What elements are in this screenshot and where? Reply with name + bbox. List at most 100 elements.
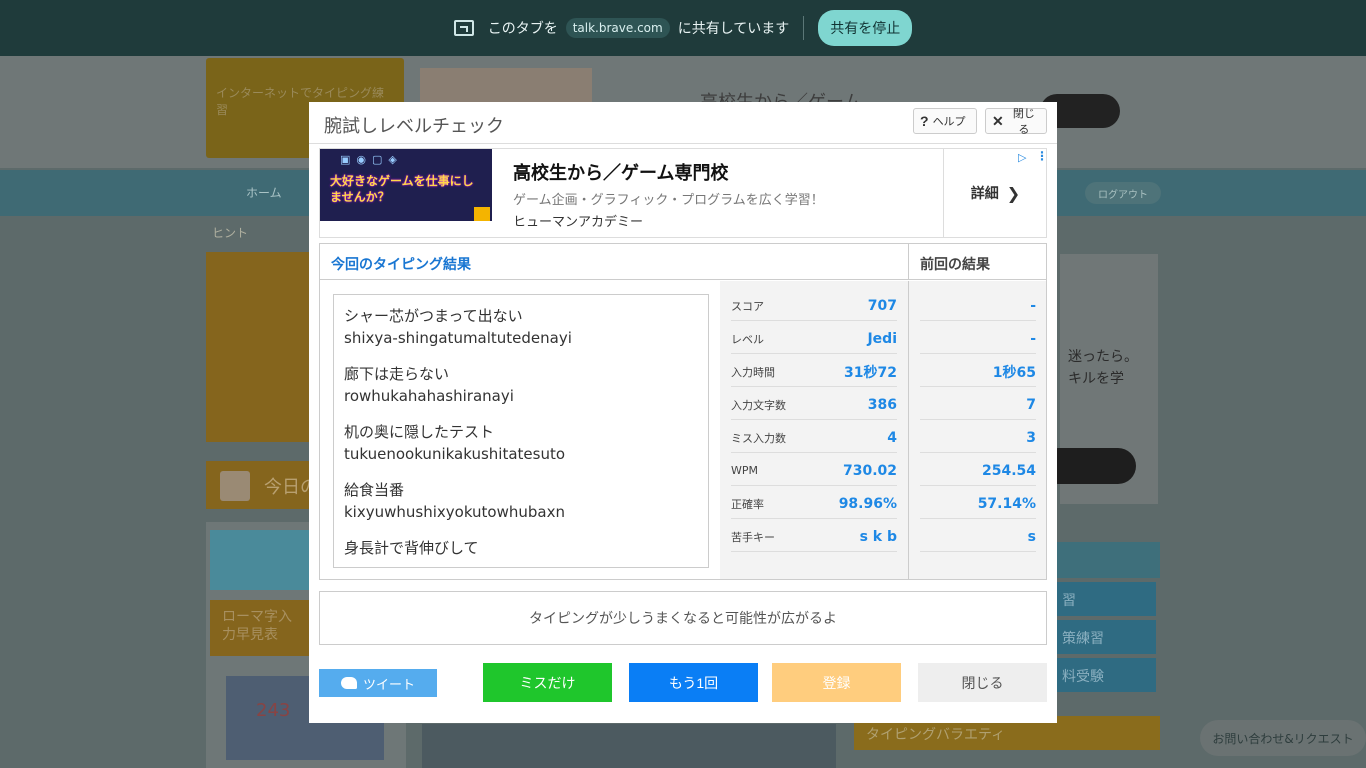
bg-hint: ヒント	[212, 226, 249, 240]
close-button[interactable]: ✕ 閉じる	[985, 108, 1047, 136]
retry-button[interactable]: もう1回	[629, 663, 758, 702]
share-suffix: に共有しています	[677, 21, 790, 37]
list-item: 給食当番 kixyuwhushixyokutowhubaxn	[344, 479, 698, 523]
list-item: シャー芯がつまって出ない shixya-shingatumaltutedenay…	[344, 305, 698, 349]
ad-image[interactable]: ▣◉▢◈ 大好きなゲームを仕事にしませんか？	[320, 149, 492, 237]
ad-image-strip	[320, 221, 492, 237]
stat-label: スコア	[731, 299, 764, 313]
stat-row: -	[920, 324, 1036, 354]
stat-row: ミス入力数 4	[731, 423, 897, 453]
bg-home-link: ホーム	[246, 186, 282, 200]
bg-mascot-sticker	[210, 530, 320, 590]
stat-row: 57.14%	[920, 489, 1036, 519]
question-icon: ?	[920, 113, 929, 129]
stat-value: 7	[1026, 396, 1036, 413]
encouragement-message: タイピングが少しうまくなると可能性が広がるよ	[319, 591, 1047, 645]
stat-value: 386	[867, 396, 897, 413]
close-label: 閉じる	[1012, 108, 1035, 136]
stat-value: s	[1027, 528, 1036, 545]
tweet-label: ツイート	[362, 676, 415, 692]
gamepad-icons: ▣◉▢◈	[340, 153, 403, 166]
stat-label: 正確率	[731, 497, 764, 511]
list-item: 机の奥に隠したテスト tukuenookunikakushitatesuto	[344, 421, 698, 465]
close-icon: ✕	[992, 112, 1004, 129]
stat-value: s k b	[859, 528, 897, 545]
stat-label: 入力文字数	[731, 398, 786, 412]
stat-row: 入力文字数 386	[731, 390, 897, 420]
stat-row: スコア 707	[731, 291, 897, 321]
stat-value: 254.54	[981, 462, 1036, 479]
stat-row: 入力時間 31秒72	[731, 357, 897, 387]
stat-label: レベル	[731, 332, 764, 346]
stat-value: 4	[887, 429, 897, 446]
stat-value: -	[1030, 330, 1036, 347]
typed-words-list[interactable]: シャー芯がつまって出ない shixya-shingatumaltutedenay…	[333, 294, 709, 568]
calendar-icon	[220, 471, 250, 501]
advertisement[interactable]: ▣◉▢◈ 大好きなゲームを仕事にしませんか？ 高校生から／ゲーム専門校 ゲーム企…	[319, 148, 1048, 238]
share-prefix: このタブを	[487, 21, 558, 37]
word-japanese: シャー芯がつまって出ない	[344, 307, 523, 325]
modal-header: 腕試しレベルチェック ? ヘルプ ✕ 閉じる	[309, 102, 1057, 144]
stat-value: 31秒72	[844, 364, 897, 381]
stat-value: 1秒65	[992, 364, 1036, 381]
current-stats: スコア 707 レベル Jedi 入力時間 31秒72 入力文字数 386 ミス…	[720, 281, 908, 579]
ad-details-button[interactable]: 詳細 ❯	[943, 149, 1047, 237]
ad-image-title: 大好きなゲームを仕事にしませんか？	[330, 174, 474, 204]
stat-label: WPM	[731, 464, 759, 477]
current-results-header: 今回のタイピング結果	[320, 244, 908, 280]
stat-row: -	[920, 291, 1036, 321]
stat-row: レベル Jedi	[731, 324, 897, 354]
bg-right-menu-item: 料受験	[1056, 658, 1156, 692]
bg-right-menu-item: 策練習	[1056, 620, 1156, 654]
screen-share-icon	[453, 20, 474, 36]
bg-logout-button: ログアウト	[1085, 182, 1161, 204]
ad-headline[interactable]: 高校生から／ゲーム専門校	[513, 159, 728, 185]
miss-only-button[interactable]: ミスだけ	[483, 663, 612, 702]
word-romaji: tukuenookunikakushitatesuto	[344, 445, 566, 463]
results-panel: 今回のタイピング結果 前回の結果 シャー芯がつまって出ない shixya-shi…	[319, 243, 1047, 580]
stat-row: 3	[920, 423, 1036, 453]
twitter-bird-icon	[340, 677, 357, 689]
word-romaji: kixyuwhushixyokutowhubaxn	[344, 503, 565, 521]
stat-row: 254.54	[920, 456, 1036, 486]
stat-row: 正確率 98.96%	[731, 489, 897, 519]
word-japanese: 給食当番	[344, 481, 405, 499]
more-options-icon[interactable]: ⋮	[1036, 149, 1048, 163]
list-item: 廊下は走らない rowhukahahashiranayi	[344, 363, 698, 407]
word-romaji: rowhukahahashiranayi	[344, 387, 514, 405]
stat-row: 苦手キー s k b	[731, 522, 897, 552]
stat-value: -	[1030, 297, 1036, 314]
stat-row: WPM 730.02	[731, 456, 897, 486]
stat-value: 707	[867, 297, 897, 314]
bg-romaji-chart: ローマ字入力早見表	[210, 600, 310, 656]
word-japanese: 机の奥に隠したテスト	[344, 423, 495, 441]
stop-sharing-button[interactable]: 共有を停止	[818, 10, 913, 46]
stat-row: 7	[920, 390, 1036, 420]
list-item: 身長計で背伸びして	[344, 537, 698, 559]
ad-advertiser: ヒューマンアカデミー	[513, 215, 644, 230]
tab-sharing-bar: このタブを talk.brave.com に共有しています 共有を停止	[0, 0, 1366, 56]
stat-label: 苦手キー	[731, 530, 775, 544]
share-domain: talk.brave.com	[565, 18, 670, 38]
level-check-modal: 腕試しレベルチェック ? ヘルプ ✕ 閉じる ▣◉▢◈ 大好きなゲームを仕事にし…	[309, 102, 1057, 723]
previous-stats: - - 1秒65 7 3 254.54 57.14% s	[908, 281, 1046, 579]
word-japanese: 廊下は走らない	[344, 365, 450, 383]
stat-label: ミス入力数	[731, 431, 786, 445]
stat-row: s	[920, 522, 1036, 552]
bg-right-menu	[1056, 542, 1160, 578]
stat-row: 1秒65	[920, 357, 1036, 387]
adchoices-icon[interactable]: ▷	[1018, 151, 1026, 164]
tweet-button[interactable]: ツイート	[319, 669, 437, 697]
modal-title: 腕試しレベルチェック	[324, 116, 504, 137]
bg-contact-button: お問い合わせ&リクエスト	[1200, 720, 1366, 756]
chevron-right-icon: ❯	[1006, 183, 1021, 203]
stat-label: 入力時間	[731, 365, 775, 379]
ad-description: ゲーム企画・グラフィック・プログラムを広く学習！	[513, 193, 824, 208]
register-button[interactable]: 登録	[772, 663, 901, 702]
help-button[interactable]: ? ヘルプ	[913, 108, 977, 134]
ad-details-label: 詳細	[970, 186, 999, 202]
help-label: ヘルプ	[932, 116, 966, 128]
footer-close-button[interactable]: 閉じる	[918, 663, 1047, 702]
bg-middle-banner	[422, 724, 836, 768]
stat-value: 98.96%	[838, 495, 897, 512]
